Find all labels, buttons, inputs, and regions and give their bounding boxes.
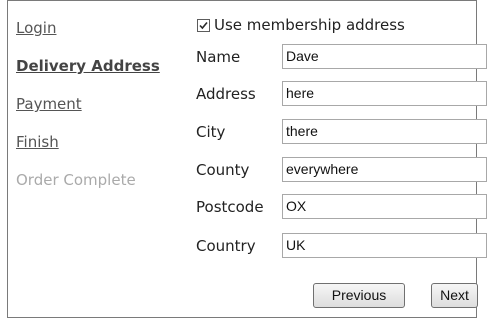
postcode-label: Postcode: [196, 198, 264, 216]
city-input[interactable]: there: [282, 119, 487, 144]
county-input[interactable]: everywhere: [282, 157, 487, 182]
nav-step-delivery-address[interactable]: Delivery Address: [16, 56, 191, 76]
checkmark-icon: [199, 21, 208, 29]
form-row-country: Country UK: [196, 233, 491, 259]
name-label: Name: [196, 48, 241, 66]
form-row-postcode: Postcode OX: [196, 194, 491, 220]
previous-button[interactable]: Previous: [313, 283, 405, 308]
form-row-county: County everywhere: [196, 157, 491, 183]
postcode-input[interactable]: OX: [282, 194, 487, 219]
address-label: Address: [196, 85, 256, 103]
county-label: County: [196, 161, 250, 179]
nav-step-finish[interactable]: Finish: [16, 132, 191, 152]
use-membership-address-option[interactable]: Use membership address: [197, 16, 405, 34]
use-membership-address-label: Use membership address: [214, 16, 405, 34]
country-input[interactable]: UK: [282, 233, 487, 258]
checkout-steps-nav: Login Delivery Address Payment Finish Or…: [16, 18, 191, 208]
country-label: Country: [196, 237, 256, 255]
next-button[interactable]: Next: [431, 283, 478, 308]
form-row-city: City there: [196, 119, 491, 145]
city-label: City: [196, 123, 226, 141]
nav-step-payment[interactable]: Payment: [16, 94, 191, 114]
use-membership-address-checkbox[interactable]: [197, 18, 210, 32]
form-row-name: Name Dave: [196, 44, 491, 70]
nav-step-order-complete: Order Complete: [16, 171, 136, 189]
nav-step-login[interactable]: Login: [16, 18, 191, 38]
name-input[interactable]: Dave: [282, 44, 487, 69]
form-row-address: Address here: [196, 81, 491, 107]
address-input[interactable]: here: [282, 81, 487, 106]
